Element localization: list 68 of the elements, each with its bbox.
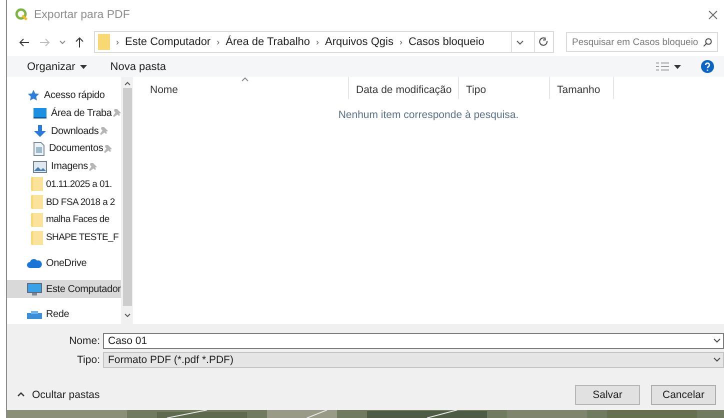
sidebar-item[interactable]: Este Computador <box>7 280 121 298</box>
breadcrumb-separator[interactable]: › <box>216 37 220 48</box>
network-icon <box>27 310 42 319</box>
sidebar-item[interactable]: Downloads <box>7 122 121 140</box>
file-name-field[interactable]: Caso 01 <box>103 332 724 349</box>
field-label: Nome: <box>68 334 101 347</box>
desktop-icon <box>33 107 47 120</box>
new-folder-button[interactable]: Nova pasta <box>110 60 166 73</box>
help-icon[interactable] <box>701 60 714 74</box>
file-type-dropdown[interactable]: Formato PDF (*.pdf *.PDF) <box>103 352 724 368</box>
sidebar-item[interactable]: Imagens <box>7 158 121 176</box>
chevron-up-icon <box>17 392 25 398</box>
scroll-down-icon[interactable] <box>124 312 130 318</box>
folder-icon <box>31 195 43 210</box>
search-icon <box>703 38 712 47</box>
sidebar-item[interactable]: SHAPE TESTE_F <box>7 228 121 247</box>
sidebar-item[interactable]: BD FSA 2018 a 2 <box>7 193 121 212</box>
app-logo-icon <box>15 8 28 22</box>
dialog-button[interactable]: Cancelar <box>651 384 716 405</box>
scroll-up-icon[interactable] <box>124 80 130 86</box>
empty-message: Nenhum item corresponde à pesquisa. <box>337 108 520 121</box>
address-bar[interactable]: › Este Computador › Área de Trabalho › Arquivos Qgis › Casos bloqueio <box>94 31 554 54</box>
chevron-down-icon[interactable] <box>713 338 721 344</box>
folder-icon <box>31 177 43 192</box>
breadcrumb-separator[interactable]: › <box>116 37 119 48</box>
up-arrow-icon[interactable] <box>75 36 84 48</box>
breadcrumb-separator[interactable]: › <box>399 37 402 48</box>
sidebar-item[interactable]: Documentos <box>7 140 121 158</box>
sidebar-item[interactable]: Acesso rápido <box>7 86 121 105</box>
sidebar-item[interactable]: Área de Traba <box>7 104 121 122</box>
breadcrumb-item[interactable]: Este Computador <box>125 36 211 48</box>
column-header[interactable]: Tamanho <box>550 76 614 99</box>
close-icon[interactable] <box>708 10 718 20</box>
image-icon <box>33 160 47 173</box>
refresh-icon[interactable] <box>539 36 549 48</box>
back-arrow-icon[interactable] <box>19 38 30 47</box>
down-arrow-icon <box>33 124 47 138</box>
cloud-icon <box>27 258 42 268</box>
column-header[interactable]: Data de modificação <box>349 76 459 99</box>
breadcrumb-item[interactable]: Área de Trabalho <box>226 36 310 48</box>
column-header[interactable]: Nome <box>133 76 349 99</box>
sidebar-item[interactable]: Rede <box>7 306 121 324</box>
scrollbar-thumb[interactable] <box>122 88 132 306</box>
breadcrumb-separator[interactable]: › <box>316 37 319 48</box>
breadcrumb-item[interactable]: Arquivos Qgis <box>325 36 394 48</box>
folder-icon <box>31 212 43 227</box>
organize-menu[interactable]: Organizar <box>27 60 88 73</box>
chevron-down-icon <box>713 357 721 362</box>
scrollbar[interactable] <box>121 76 133 324</box>
column-header[interactable]: Tipo <box>459 76 550 99</box>
dialog-button[interactable]: Salvar <box>575 384 640 405</box>
caret-icon <box>80 64 88 69</box>
sidebar-item[interactable]: OneDrive <box>7 254 121 272</box>
chevron-down-icon[interactable] <box>516 40 524 45</box>
folder-icon <box>98 34 110 50</box>
search-field[interactable]: Pesquisar em Casos bloqueio <box>566 32 718 52</box>
document-icon <box>33 142 45 156</box>
sort-caret-icon <box>240 76 248 82</box>
field-label: Tipo: <box>76 354 101 366</box>
view-options-icon[interactable] <box>656 62 681 72</box>
window-title: Exportar para PDF <box>34 8 131 21</box>
sidebar-item[interactable]: 01.11.2025 a 01. <box>7 176 121 194</box>
star-icon <box>27 89 40 102</box>
folder-icon <box>31 230 43 245</box>
computer-icon <box>27 282 42 296</box>
hide-folders-button[interactable]: Ocultar pastas <box>17 388 100 401</box>
breadcrumb-item[interactable]: Casos bloqueio <box>408 36 484 48</box>
sidebar-item[interactable]: malha Faces de <box>7 211 121 229</box>
